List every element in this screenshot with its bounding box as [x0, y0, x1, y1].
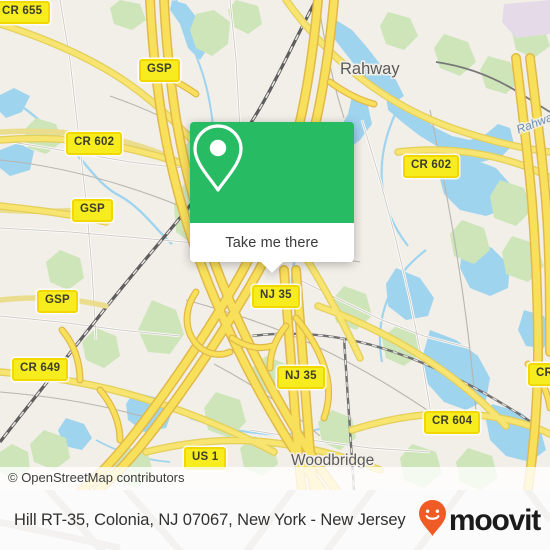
road-shield-cr-602-west: CR 602	[66, 132, 123, 155]
location-title: Hill RT-35, Colonia, NJ 07067, New York …	[14, 510, 406, 529]
footer-bar: Hill RT-35, Colonia, NJ 07067, New York …	[0, 490, 550, 550]
attribution-text: © OpenStreetMap contributors	[8, 469, 185, 485]
take-me-there-label: Take me there	[225, 234, 319, 251]
road-shield-cr-649: CR 649	[12, 358, 69, 381]
moovit-brand[interactable]: moovit	[418, 499, 541, 541]
map-canvas[interactable]: Rahway Woodbridge Rahway CR 655 GSP CR 6…	[0, 0, 550, 490]
moovit-location-card: Rahway Woodbridge Rahway CR 655 GSP CR 6…	[0, 0, 550, 550]
road-shield-gsp-south: GSP	[37, 290, 78, 313]
moovit-wordmark: moovit	[448, 504, 541, 537]
popup-pointer	[261, 262, 283, 273]
road-shield-cr-655: CR 655	[0, 1, 51, 24]
map-attribution[interactable]: © OpenStreetMap contributors	[0, 466, 550, 490]
popup-pin-area	[190, 122, 354, 223]
place-label-rahway: Rahway	[340, 60, 400, 78]
road-shield-gsp-mid: GSP	[72, 199, 113, 222]
location-popup-card[interactable]: Take me there	[190, 122, 354, 273]
road-shield-nj-35-north: NJ 35	[252, 285, 300, 308]
road-shield-cr-edge: CR	[528, 363, 550, 386]
moovit-smiling-pin-icon	[418, 499, 446, 541]
road-shield-nj-35-south: NJ 35	[277, 366, 325, 389]
road-shield-gsp-north: GSP	[139, 59, 180, 82]
road-shield-cr-602-east: CR 602	[403, 155, 460, 178]
road-shield-cr-604: CR 604	[424, 411, 481, 434]
popup-action-bar[interactable]: Take me there	[190, 223, 354, 262]
